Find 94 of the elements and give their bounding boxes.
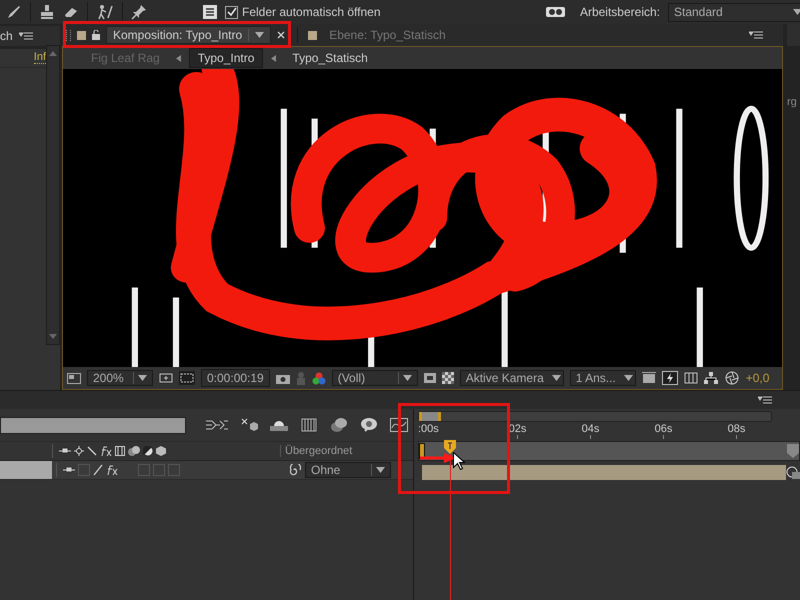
zoom-dropdown[interactable]: 200% xyxy=(87,370,153,386)
film-icon[interactable] xyxy=(300,418,318,432)
search-field[interactable] xyxy=(0,416,186,434)
frame-icon[interactable] xyxy=(642,372,656,384)
work-area-bar[interactable] xyxy=(418,410,772,422)
composition-tab[interactable]: Ebene: Typo_Statisch xyxy=(323,27,452,43)
safe-frame-icon[interactable] xyxy=(159,372,173,384)
auto-open-checkbox[interactable] xyxy=(225,6,238,18)
close-icon[interactable] xyxy=(277,31,286,39)
caret-icon xyxy=(138,375,147,381)
timecode[interactable]: 0:00:00:19 xyxy=(201,369,270,387)
workspace-label: Arbeitsbereich: xyxy=(580,5,660,19)
fx-icon xyxy=(100,446,112,456)
shy-icon xyxy=(59,447,71,455)
checkmark-icon xyxy=(226,7,236,17)
checkbox-label: Felder automatisch öffnen xyxy=(242,5,381,19)
scrollbar[interactable] xyxy=(46,45,60,345)
comp-marker-icon[interactable] xyxy=(786,466,800,480)
graph-connect-icon[interactable] xyxy=(206,419,228,431)
view-dropdown[interactable]: 1 Ans... xyxy=(570,370,636,386)
time-label: 08s xyxy=(728,423,746,435)
exposure-value[interactable]: +0,0 xyxy=(746,371,770,385)
grip-icon[interactable] xyxy=(66,30,71,40)
puppet-icon[interactable] xyxy=(96,4,114,20)
caret-icon xyxy=(624,375,633,381)
arrow-left-icon xyxy=(176,54,181,62)
caret-icon xyxy=(793,9,800,15)
navigator-handle[interactable] xyxy=(419,412,441,420)
cube-icon xyxy=(156,446,166,456)
caret-icon xyxy=(255,32,264,38)
shy-icon[interactable] xyxy=(63,466,75,474)
sun-icon xyxy=(74,446,84,456)
sparkle-cube-icon[interactable] xyxy=(240,417,258,433)
fx-icon[interactable] xyxy=(106,465,118,475)
caret-icon xyxy=(402,375,412,381)
arrow-icon xyxy=(420,453,456,463)
camera-dropdown[interactable]: Aktive Kamera xyxy=(460,370,564,386)
lock-icon[interactable] xyxy=(92,30,100,40)
layout-icon[interactable] xyxy=(67,372,81,384)
column-header[interactable]: Übergeordnet xyxy=(280,445,413,457)
resolution-dropdown[interactable]: (Voll) xyxy=(332,370,418,386)
switch-box[interactable] xyxy=(78,464,90,476)
breadcrumb[interactable]: Typo_Intro xyxy=(188,48,264,68)
marker-icon[interactable] xyxy=(787,444,799,458)
region-icon[interactable] xyxy=(424,373,436,383)
panel-menu-icon[interactable] xyxy=(749,30,763,40)
cursor-icon xyxy=(453,452,465,470)
scroll-up-icon[interactable] xyxy=(49,51,57,56)
panel-label: rg xyxy=(787,96,798,108)
workspace-icon[interactable] xyxy=(546,6,566,18)
pick-whip-icon[interactable] xyxy=(289,464,301,476)
camera-icon[interactable] xyxy=(276,372,290,384)
list-icon[interactable] xyxy=(203,5,217,19)
composition-tab[interactable]: Komposition: Typo_Intro xyxy=(106,26,272,44)
caret-icon xyxy=(552,375,561,381)
work-area-start-handle[interactable] xyxy=(419,443,425,459)
half-circle-icon xyxy=(143,446,153,456)
shutter-icon[interactable] xyxy=(724,371,740,385)
caret-icon xyxy=(376,467,385,473)
panel-tab[interactable]: ch xyxy=(0,29,13,43)
time-label: :00s xyxy=(418,423,439,435)
film-icon xyxy=(115,446,125,456)
brush-icon[interactable] xyxy=(6,4,22,20)
slash-icon xyxy=(87,446,97,456)
discs-icon xyxy=(128,446,140,456)
workspace-dropdown[interactable]: Standard xyxy=(668,2,800,22)
timeline-icon[interactable] xyxy=(684,372,698,384)
checkerboard-icon[interactable] xyxy=(442,372,454,384)
playhead-icon[interactable] xyxy=(444,440,456,454)
arrow-left-icon xyxy=(271,54,276,62)
switch-box[interactable] xyxy=(168,464,180,476)
dome-icon[interactable] xyxy=(270,418,288,432)
time-label: 06s xyxy=(654,423,672,435)
scroll-down-icon[interactable] xyxy=(49,334,57,339)
panel-menu-icon[interactable] xyxy=(758,396,772,404)
stamp-icon[interactable] xyxy=(39,4,55,20)
time-label: 04s xyxy=(582,423,600,435)
bulb-icon[interactable] xyxy=(360,417,378,433)
color-swatch xyxy=(77,30,86,40)
rgb-circles-icon[interactable] xyxy=(312,372,326,384)
stacked-discs-icon[interactable] xyxy=(330,417,348,433)
flowchart-icon[interactable] xyxy=(704,372,718,384)
graph-editor-icon[interactable] xyxy=(390,418,408,432)
fast-preview-icon[interactable] xyxy=(662,371,678,385)
switch-box[interactable] xyxy=(153,464,165,476)
layer-name-cell[interactable] xyxy=(0,461,52,479)
mask-icon[interactable] xyxy=(179,371,195,385)
color-swatch xyxy=(308,30,318,40)
panel-menu-icon[interactable] xyxy=(18,32,33,40)
parent-dropdown[interactable]: Ohne xyxy=(305,462,391,478)
slash-icon[interactable] xyxy=(93,464,103,476)
switch-box[interactable] xyxy=(138,464,150,476)
pin-icon[interactable] xyxy=(131,4,147,20)
breadcrumb[interactable]: Typo_Statisch xyxy=(284,49,376,67)
